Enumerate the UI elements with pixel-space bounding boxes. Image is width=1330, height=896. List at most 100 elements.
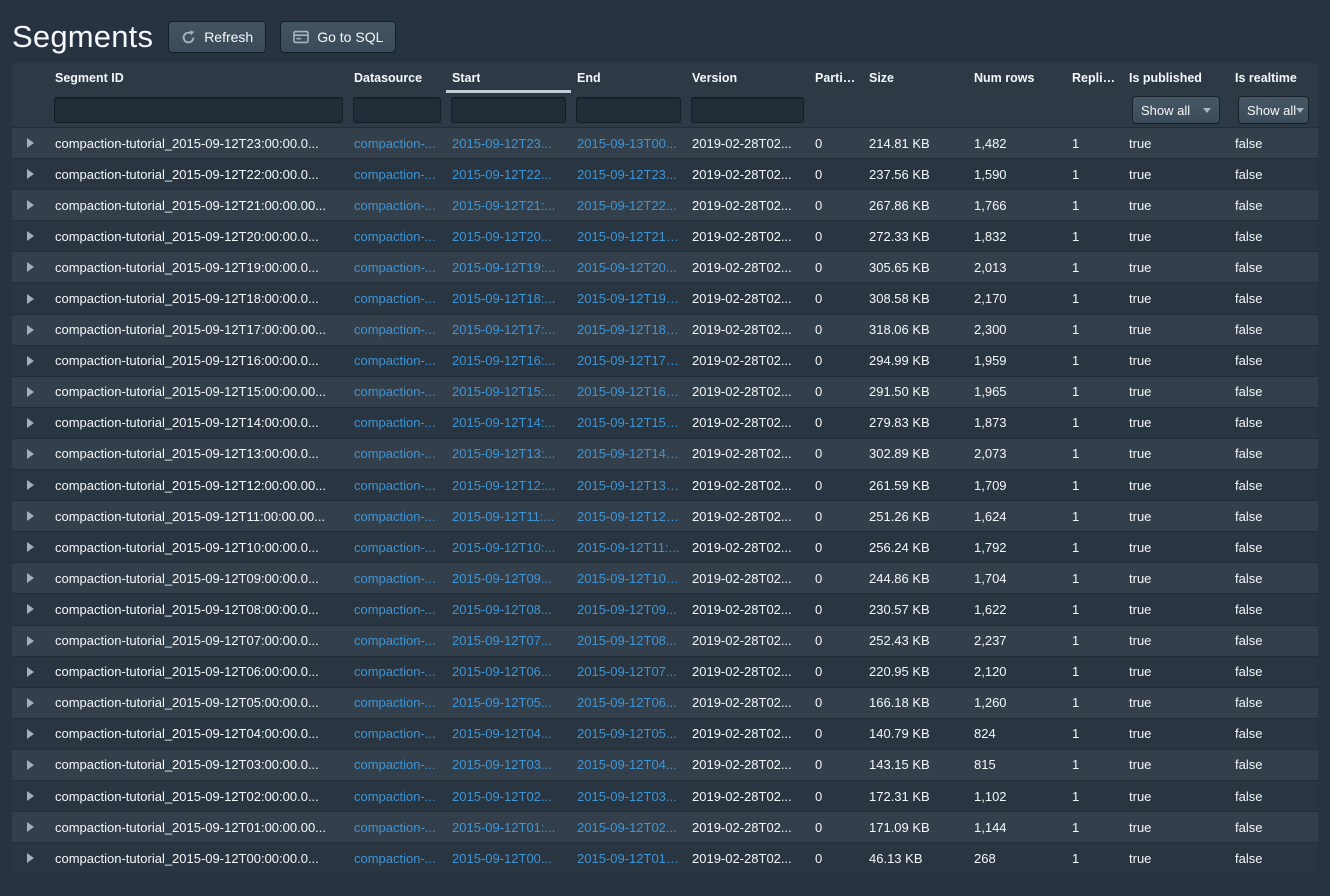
- row-expander-icon[interactable]: [27, 822, 34, 832]
- end-link[interactable]: 2015-09-12T05...: [577, 726, 677, 741]
- datasource-link[interactable]: compaction-...: [354, 384, 436, 399]
- segment-id-filter-input[interactable]: [54, 97, 343, 123]
- datasource-link[interactable]: compaction-...: [354, 571, 436, 586]
- datasource-link[interactable]: compaction-...: [354, 322, 436, 337]
- start-link[interactable]: 2015-09-12T12:...: [452, 478, 555, 493]
- start-link[interactable]: 2015-09-12T00...: [452, 851, 552, 866]
- column-header-replicas[interactable]: Replic...: [1066, 63, 1123, 93]
- end-link[interactable]: 2015-09-12T12:...: [577, 509, 680, 524]
- column-header-is-realtime[interactable]: Is realtime: [1229, 63, 1318, 93]
- datasource-link[interactable]: compaction-...: [354, 540, 436, 555]
- start-link[interactable]: 2015-09-12T22...: [452, 167, 552, 182]
- start-link[interactable]: 2015-09-12T08...: [452, 602, 552, 617]
- datasource-link[interactable]: compaction-...: [354, 789, 436, 804]
- datasource-link[interactable]: compaction-...: [354, 695, 436, 710]
- end-link[interactable]: 2015-09-12T10:...: [577, 571, 680, 586]
- start-link[interactable]: 2015-09-12T05...: [452, 695, 552, 710]
- datasource-link[interactable]: compaction-...: [354, 260, 436, 275]
- end-link[interactable]: 2015-09-12T20...: [577, 260, 677, 275]
- end-link[interactable]: 2015-09-12T04...: [577, 757, 677, 772]
- column-header-end[interactable]: End: [571, 63, 686, 93]
- datasource-link[interactable]: compaction-...: [354, 198, 436, 213]
- row-expander-icon[interactable]: [27, 138, 34, 148]
- start-link[interactable]: 2015-09-12T23...: [452, 136, 552, 151]
- column-header-size[interactable]: Size: [863, 63, 968, 93]
- datasource-link[interactable]: compaction-...: [354, 136, 436, 151]
- end-link[interactable]: 2015-09-12T11:...: [577, 540, 679, 555]
- datasource-link[interactable]: compaction-...: [354, 726, 436, 741]
- start-filter-input[interactable]: [451, 97, 566, 123]
- end-link[interactable]: 2015-09-12T21:...: [577, 229, 680, 244]
- end-link[interactable]: 2015-09-12T01:...: [577, 851, 680, 866]
- datasource-link[interactable]: compaction-...: [354, 415, 436, 430]
- row-expander-icon[interactable]: [27, 262, 34, 272]
- end-link[interactable]: 2015-09-12T08...: [577, 633, 677, 648]
- start-link[interactable]: 2015-09-12T09...: [452, 571, 552, 586]
- start-link[interactable]: 2015-09-12T10:...: [452, 540, 555, 555]
- datasource-link[interactable]: compaction-...: [354, 446, 436, 461]
- end-link[interactable]: 2015-09-12T19:...: [577, 291, 680, 306]
- is-published-filter-select[interactable]: Show all: [1133, 97, 1219, 123]
- start-link[interactable]: 2015-09-12T01:...: [452, 820, 555, 835]
- row-expander-icon[interactable]: [27, 853, 34, 863]
- end-filter-input[interactable]: [576, 97, 681, 123]
- end-link[interactable]: 2015-09-12T02...: [577, 820, 677, 835]
- column-header-datasource[interactable]: Datasource: [348, 63, 446, 93]
- row-expander-icon[interactable]: [27, 294, 34, 304]
- row-expander-icon[interactable]: [27, 449, 34, 459]
- end-link[interactable]: 2015-09-12T03...: [577, 789, 677, 804]
- datasource-link[interactable]: compaction-...: [354, 664, 436, 679]
- row-expander-icon[interactable]: [27, 604, 34, 614]
- row-expander-icon[interactable]: [27, 480, 34, 490]
- datasource-link[interactable]: compaction-...: [354, 851, 436, 866]
- start-link[interactable]: 2015-09-12T02...: [452, 789, 552, 804]
- end-link[interactable]: 2015-09-12T13:...: [577, 478, 680, 493]
- datasource-link[interactable]: compaction-...: [354, 291, 436, 306]
- row-expander-icon[interactable]: [27, 231, 34, 241]
- end-link[interactable]: 2015-09-13T00...: [577, 136, 677, 151]
- column-header-segment-id[interactable]: Segment ID: [49, 63, 348, 93]
- datasource-link[interactable]: compaction-...: [354, 229, 436, 244]
- end-link[interactable]: 2015-09-12T09...: [577, 602, 677, 617]
- column-header-num-rows[interactable]: Num rows: [968, 63, 1066, 93]
- start-link[interactable]: 2015-09-12T07...: [452, 633, 552, 648]
- end-link[interactable]: 2015-09-12T23...: [577, 167, 677, 182]
- end-link[interactable]: 2015-09-12T06...: [577, 695, 677, 710]
- start-link[interactable]: 2015-09-12T20...: [452, 229, 552, 244]
- end-link[interactable]: 2015-09-12T18:...: [577, 322, 680, 337]
- row-expander-icon[interactable]: [27, 542, 34, 552]
- start-link[interactable]: 2015-09-12T18:...: [452, 291, 555, 306]
- row-expander-icon[interactable]: [27, 573, 34, 583]
- row-expander-icon[interactable]: [27, 791, 34, 801]
- row-expander-icon[interactable]: [27, 760, 34, 770]
- column-header-is-published[interactable]: Is published: [1123, 63, 1229, 93]
- column-header-start[interactable]: Start: [446, 63, 571, 93]
- version-filter-input[interactable]: [691, 97, 804, 123]
- end-link[interactable]: 2015-09-12T17:...: [577, 353, 680, 368]
- datasource-link[interactable]: compaction-...: [354, 820, 436, 835]
- row-expander-icon[interactable]: [27, 356, 34, 366]
- datasource-link[interactable]: compaction-...: [354, 602, 436, 617]
- start-link[interactable]: 2015-09-12T16:...: [452, 353, 555, 368]
- row-expander-icon[interactable]: [27, 325, 34, 335]
- row-expander-icon[interactable]: [27, 169, 34, 179]
- end-link[interactable]: 2015-09-12T22...: [577, 198, 677, 213]
- datasource-link[interactable]: compaction-...: [354, 167, 436, 182]
- start-link[interactable]: 2015-09-12T14:...: [452, 415, 555, 430]
- is-realtime-filter-select[interactable]: Show all: [1239, 97, 1308, 123]
- start-link[interactable]: 2015-09-12T11:...: [452, 509, 554, 524]
- start-link[interactable]: 2015-09-12T21:...: [452, 198, 555, 213]
- datasource-link[interactable]: compaction-...: [354, 353, 436, 368]
- row-expander-icon[interactable]: [27, 418, 34, 428]
- datasource-link[interactable]: compaction-...: [354, 757, 436, 772]
- start-link[interactable]: 2015-09-12T03...: [452, 757, 552, 772]
- start-link[interactable]: 2015-09-12T17:...: [452, 322, 555, 337]
- go-to-sql-button[interactable]: Go to SQL: [281, 22, 395, 52]
- end-link[interactable]: 2015-09-12T14:...: [577, 446, 680, 461]
- row-expander-icon[interactable]: [27, 667, 34, 677]
- datasource-filter-input[interactable]: [353, 97, 441, 123]
- end-link[interactable]: 2015-09-12T07...: [577, 664, 677, 679]
- datasource-link[interactable]: compaction-...: [354, 509, 436, 524]
- start-link[interactable]: 2015-09-12T15:...: [452, 384, 555, 399]
- row-expander-icon[interactable]: [27, 729, 34, 739]
